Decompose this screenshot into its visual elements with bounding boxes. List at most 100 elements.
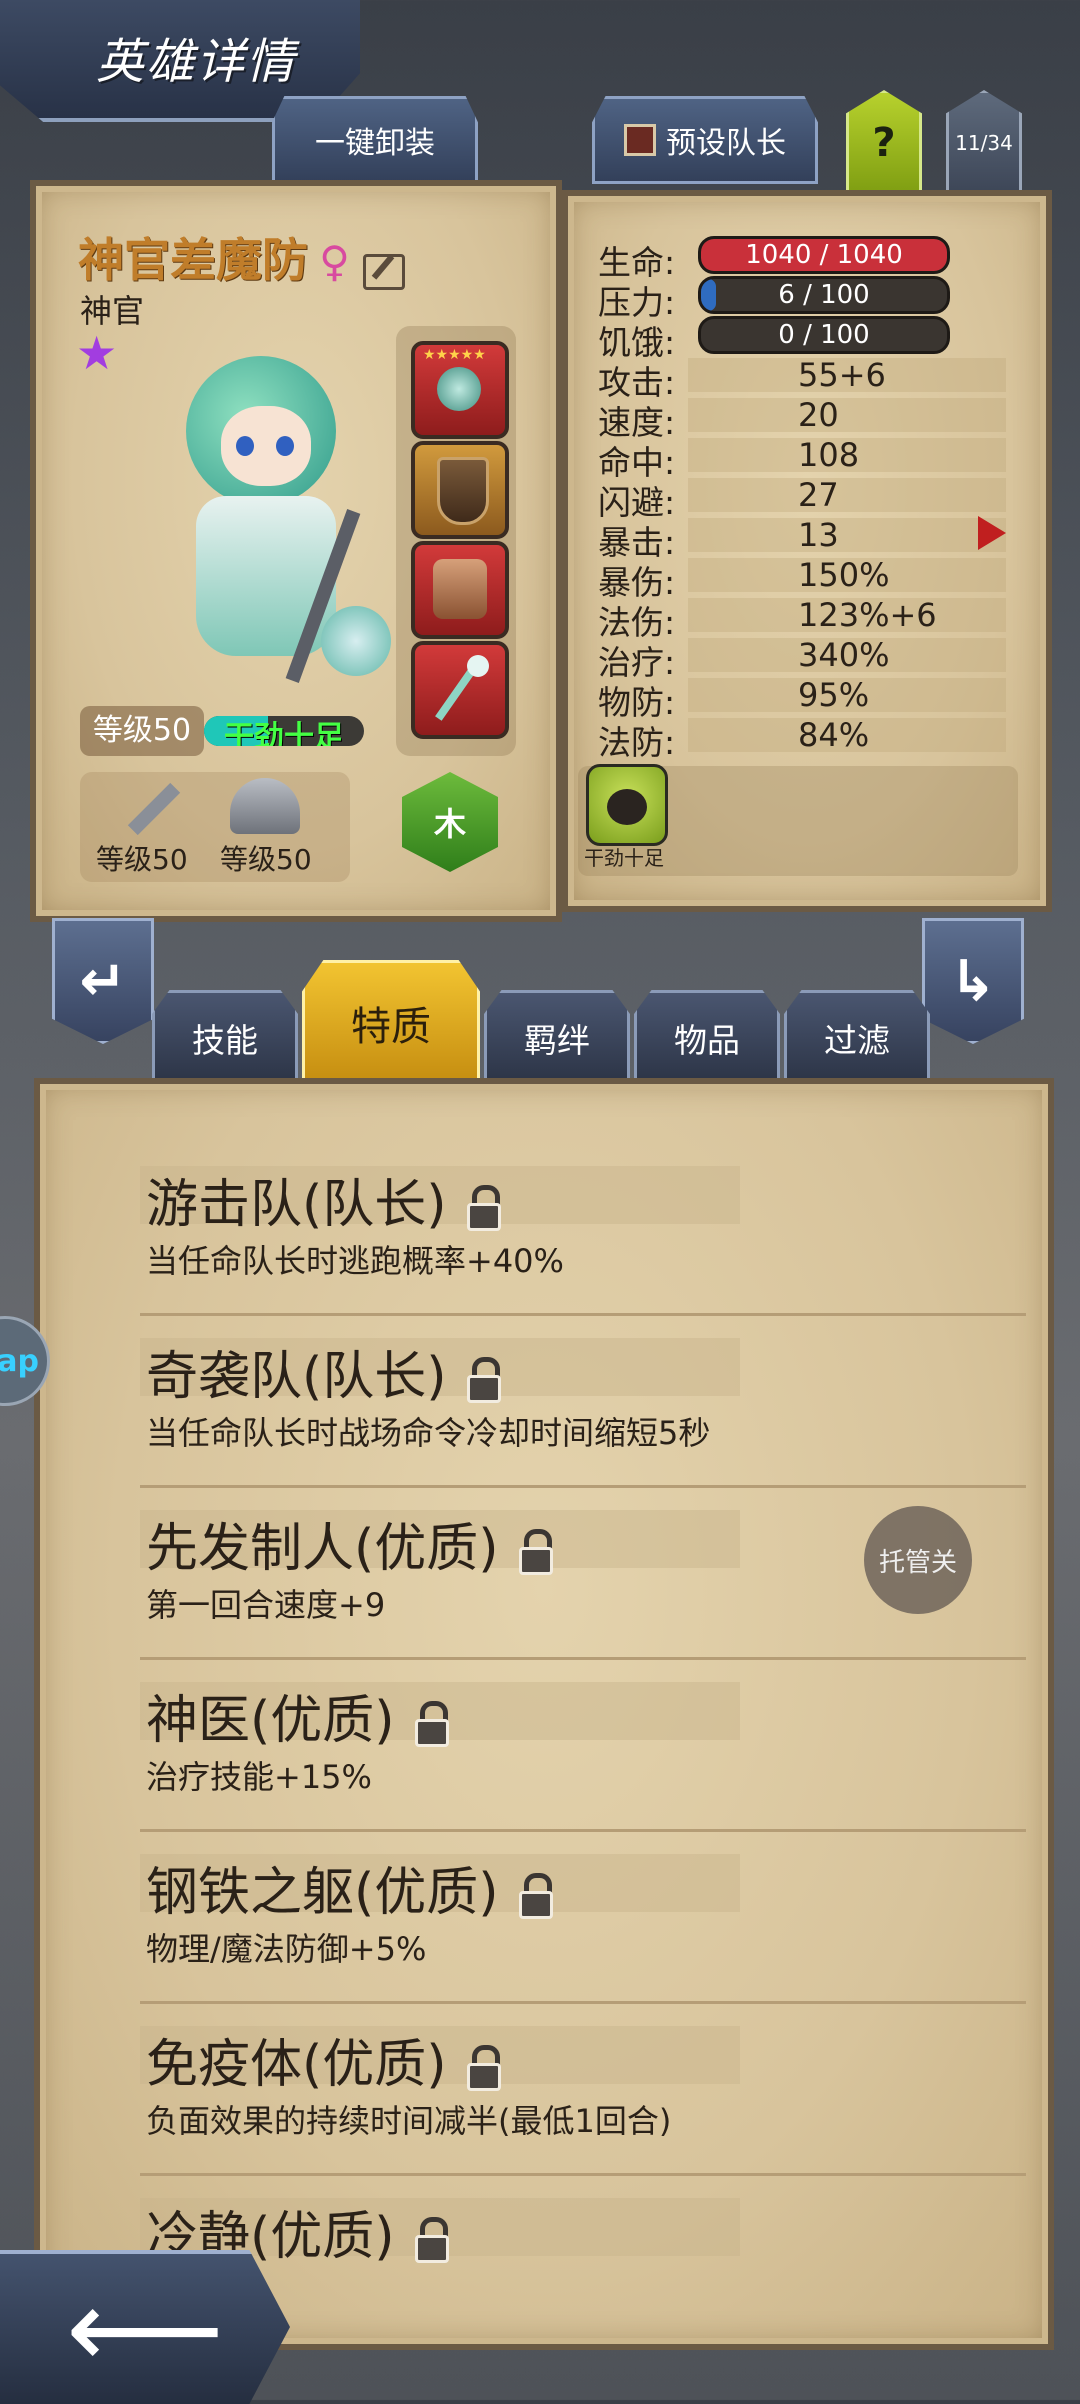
expand-arrow-icon[interactable] — [978, 516, 1006, 550]
back-arrow-icon: ↵ — [79, 948, 127, 1014]
helmet-icon — [230, 778, 300, 834]
motivated-buff-icon[interactable] — [586, 764, 668, 846]
tab-items[interactable]: 物品 — [634, 990, 780, 1086]
trait-item[interactable]: 神医(优质) 治疗技能+15% — [106, 1660, 1026, 1832]
auto-manage-button[interactable]: 托管关 — [864, 1506, 972, 1614]
stat-value: 20 — [798, 396, 839, 434]
tab-skills[interactable]: 技能 — [152, 990, 298, 1086]
sword-icon — [127, 782, 181, 836]
preset-captain-toggle[interactable]: 预设队长 — [592, 96, 818, 184]
lock-icon — [413, 2217, 451, 2263]
trait-item[interactable]: 钢铁之躯(优质) 物理/魔法防御+5% — [106, 1832, 1026, 2004]
hero-name-row: 神官差魔防 ♀ — [78, 224, 405, 290]
checkbox-icon[interactable] — [624, 124, 656, 156]
tab-label: 物品 — [674, 1021, 740, 1060]
stat-row-hunger: 饥饿: 0 / 100 — [568, 316, 1046, 362]
stat-row-accuracy: 命中: 108 — [568, 436, 1046, 482]
stat-row-magic-def: 法防: 84% — [568, 716, 1046, 762]
stat-value: 13 — [798, 516, 839, 554]
stat-row-attack: 攻击: 55+6 — [568, 356, 1046, 402]
hunger-value: 0 / 100 — [778, 320, 870, 350]
stat-value: 95% — [798, 676, 870, 714]
equip-slot-accessory[interactable]: ★★★★★ — [411, 341, 509, 439]
stat-label: 法防: — [598, 723, 676, 762]
equip-slot-armor[interactable] — [411, 541, 509, 639]
auto-manage-label: 托管关 — [878, 1547, 957, 1578]
rank-star-icon: ★ — [76, 326, 118, 380]
stress-value: 6 / 100 — [778, 280, 870, 310]
trait-item[interactable]: 游击队(队长) 当任命队长时逃跑概率+40% — [106, 1144, 1026, 1316]
unequip-all-button[interactable]: 一键卸装 — [272, 96, 478, 184]
tab-filter[interactable]: 过滤 — [784, 990, 930, 1086]
stat-row-stress: 压力: 6 / 100 — [568, 276, 1046, 322]
back-button[interactable]: ⟵ — [0, 2250, 290, 2404]
hp-bar: 1040 / 1040 — [698, 236, 950, 274]
element-label: 木 — [433, 805, 466, 843]
lock-icon — [465, 1357, 503, 1403]
edit-name-icon[interactable] — [362, 253, 405, 290]
stress-bar: 6 / 100 — [698, 276, 950, 314]
hero-panel: 神官差魔防 ♀ 神官 ★ ★★★★★ 等级50 干劲十足 等级50 等级50 木 — [30, 180, 562, 922]
weapon-level: 等级50 — [96, 843, 188, 876]
stat-row-hp: 生命: 1040 / 1040 — [568, 236, 1046, 282]
equip-slot-staff[interactable] — [411, 641, 509, 739]
trait-name: 游击队(队长) — [146, 1175, 447, 1235]
female-icon: ♀ — [319, 237, 350, 286]
stat-value: 150% — [798, 556, 890, 594]
tab-traits[interactable]: 特质 — [302, 960, 480, 1086]
stat-value: 55+6 — [798, 356, 886, 394]
lock-icon — [517, 1873, 555, 1919]
forward-arrow-icon: ↳ — [949, 948, 997, 1014]
unequip-all-label: 一键卸装 — [315, 126, 435, 161]
trait-name: 先发制人(优质) — [146, 1519, 499, 1579]
tab-bonds[interactable]: 羁绊 — [484, 990, 630, 1086]
trait-name: 神医(优质) — [146, 1691, 395, 1751]
roster-counter: 11/34 — [946, 90, 1022, 196]
hp-value: 1040 / 1040 — [745, 240, 903, 270]
stat-row-magic-damage: 法伤: 123%+6 — [568, 596, 1046, 642]
stats-panel: 生命: 1040 / 1040 压力: 6 / 100 饥饿: 0 / 100 … — [562, 190, 1052, 912]
help-label: ? — [872, 120, 896, 166]
morale-bar: 干劲十足 — [204, 716, 364, 746]
preset-captain-label: 预设队长 — [666, 126, 786, 161]
next-hero-button[interactable]: ↳ — [922, 918, 1024, 1044]
element-badge: 木 — [402, 772, 498, 872]
tab-label: 技能 — [192, 1021, 258, 1060]
stat-row-phys-def: 物防: 95% — [568, 676, 1046, 722]
trait-name: 免疫体(优质) — [146, 2035, 447, 2095]
page-title: 英雄详情 — [96, 34, 297, 90]
equip-slot-shield[interactable] — [411, 441, 509, 539]
hero-name: 神官差魔防 — [78, 233, 308, 287]
trait-desc: 治疗技能+15% — [146, 1758, 372, 1796]
stat-value: 84% — [798, 716, 870, 754]
stat-value: 108 — [798, 436, 860, 474]
stat-row-speed: 速度: 20 — [568, 396, 1046, 442]
trait-list-panel[interactable]: 游击队(队长) 当任命队长时逃跑概率+40% 奇袭队(队长) 当任命队长时战场命… — [34, 1078, 1054, 2350]
stat-value: 123%+6 — [798, 596, 937, 634]
back-arrow-icon: ⟵ — [66, 2265, 224, 2393]
roster-count: 11/34 — [955, 131, 1013, 155]
armor-level: 等级50 — [220, 843, 312, 876]
hero-portrait — [136, 356, 406, 696]
trait-desc: 当任命队长时逃跑概率+40% — [146, 1242, 564, 1280]
trait-item[interactable]: 免疫体(优质) 负面效果的持续时间减半(最低1回合) — [106, 2004, 1026, 2176]
prev-hero-button[interactable]: ↵ — [52, 918, 154, 1044]
trait-desc: 第一回合速度+9 — [146, 1586, 386, 1624]
side-bubble-label: ap — [0, 1343, 39, 1379]
hero-level-badge: 等级50 — [80, 706, 204, 756]
lock-icon — [465, 1185, 503, 1231]
buff-label: 干劲十足 — [584, 846, 664, 870]
stat-row-crit-damage: 暴伤: 150% — [568, 556, 1046, 602]
trait-item[interactable]: 奇袭队(队长) 当任命队长时战场命令冷却时间缩短5秒 — [106, 1316, 1026, 1488]
trait-desc: 物理/魔法防御+5% — [146, 1930, 427, 1968]
help-button[interactable]: ? — [846, 90, 922, 196]
stat-row-crit: 暴击: 13 — [568, 516, 1046, 562]
hunger-bar: 0 / 100 — [698, 316, 950, 354]
lock-icon — [465, 2045, 503, 2091]
stat-value: 340% — [798, 636, 890, 674]
tab-label: 羁绊 — [524, 1021, 590, 1060]
stat-row-evasion: 闪避: 27 — [568, 476, 1046, 522]
trait-name: 钢铁之躯(优质) — [146, 1863, 499, 1923]
stat-row-healing: 治疗: 340% — [568, 636, 1046, 682]
stat-value: 27 — [798, 476, 839, 514]
